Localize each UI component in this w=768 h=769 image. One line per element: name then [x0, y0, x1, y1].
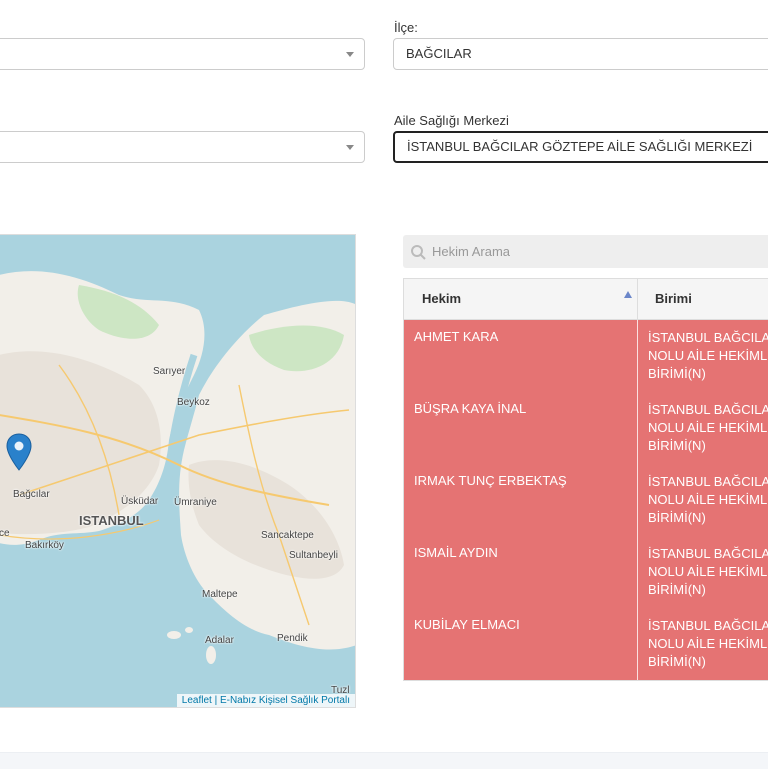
cell-birimi: İSTANBUL BAĞCILARNOLU AİLE HEKİMLİĞİBİRİ…	[648, 618, 768, 669]
cell-hekim: IRMAK TUNÇ ERBEKTAŞ	[414, 473, 567, 488]
table-row[interactable]: AHMET KARA İSTANBUL BAĞCILAR NOLU AİLE HE…	[404, 320, 768, 392]
chevron-down-icon	[346, 52, 354, 57]
sort-asc-icon[interactable]	[624, 291, 632, 298]
table-row[interactable]: IRMAK TUNÇ ERBEKTAŞ İSTANBUL BAĞCILAR NOL…	[404, 464, 768, 536]
cell-birimi: İSTANBUL BAĞCILARNOLU AİLE HEKİMLİĞİBİRİ…	[648, 402, 768, 453]
map-label-istanbul: ISTANBUL	[79, 513, 144, 528]
asm-select[interactable]: İSTANBUL BAĞCILAR GÖZTEPE AİLE SAĞLIĞI M…	[393, 131, 768, 163]
table-row[interactable]: KUBİLAY ELMACI İSTANBUL BAĞCILAR NOLU AİL…	[404, 608, 768, 680]
cell-hekim: AHMET KARA	[414, 329, 499, 344]
map-label-uskudar: Üsküdar	[121, 496, 159, 507]
cell-birimi: İSTANBUL BAĞCILARNOLU AİLE HEKİMLİĞİBİRİ…	[648, 474, 768, 525]
hekim-search[interactable]: Hekim Arama	[403, 235, 768, 268]
map-label-ce: ce	[0, 528, 10, 539]
asm-label: Aile Sağlığı Merkezi	[394, 113, 509, 128]
map-label-bakirkoy: Bakırköy	[25, 540, 64, 551]
map-label-maltepe: Maltepe	[202, 589, 238, 600]
search-icon	[411, 245, 426, 260]
cell-birimi: İSTANBUL BAĞCILARNOLU AİLE HEKİMLİĞİBİRİ…	[648, 546, 768, 597]
table-header: Hekim Birimi	[404, 279, 768, 320]
map-label-umraniye: Ümraniye	[174, 497, 217, 508]
hekim-table: Hekim Birimi AHMET KARA İSTANBUL BAĞCILA…	[403, 278, 768, 681]
map-label-sariyer: Sarıyer	[153, 366, 186, 377]
table-row[interactable]: BÜŞRA KAYA İNAL İSTANBUL BAĞCILAR NOLU Aİ…	[404, 392, 768, 464]
ilce-label: İlçe:	[394, 20, 418, 35]
map-label-sancaktepe: Sancaktepe	[261, 530, 314, 541]
map-label-beykoz: Beykoz	[177, 397, 210, 408]
map-label-sultanbeyli: Sultanbeyli	[289, 550, 338, 561]
cell-hekim: ISMAİL AYDIN	[414, 545, 498, 560]
table-body: AHMET KARA İSTANBUL BAĞCILAR NOLU AİLE HE…	[404, 320, 768, 680]
column-header-birimi[interactable]: Birimi	[655, 291, 692, 306]
left-select-2[interactable]	[0, 131, 365, 163]
cell-hekim: BÜŞRA KAYA İNAL	[414, 401, 527, 416]
cell-birimi: İSTANBUL BAĞCILARNOLU AİLE HEKİMLİĞİBİRİ…	[648, 330, 768, 381]
page-footer	[0, 752, 768, 769]
map-label-adalar: Adalar	[205, 635, 234, 646]
table-row[interactable]: ISMAİL AYDIN İSTANBUL BAĞCILAR NOLU AİLE …	[404, 536, 768, 608]
left-select-1[interactable]	[0, 38, 365, 70]
map-marker-icon[interactable]	[6, 433, 32, 471]
chevron-down-icon	[346, 145, 354, 150]
map[interactable]: Sarıyer Beykoz Bağcılar Üsküdar Ümraniye…	[0, 234, 356, 708]
map-label-bagcilar: Bağcılar	[13, 489, 50, 500]
column-header-hekim[interactable]: Hekim	[422, 291, 461, 306]
asm-select-value: İSTANBUL BAĞCILAR GÖZTEPE AİLE SAĞLIĞI M…	[407, 139, 753, 154]
ilce-select-value: BAĞCILAR	[406, 46, 472, 61]
search-placeholder: Hekim Arama	[432, 244, 511, 259]
ilce-select[interactable]: BAĞCILAR	[393, 38, 768, 70]
map-attribution[interactable]: Leaflet | E-Nabız Kişisel Sağlık Portalı	[176, 694, 355, 707]
cell-hekim: KUBİLAY ELMACI	[414, 617, 520, 632]
column-divider	[637, 279, 638, 319]
map-label-pendik: Pendik	[277, 633, 308, 644]
